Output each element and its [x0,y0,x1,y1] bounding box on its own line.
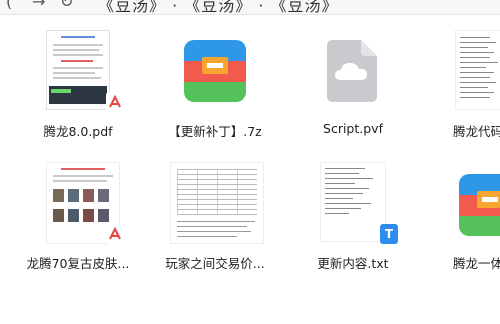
file-name: 腾龙8.0.pdf [43,124,113,139]
text-document-icon: T [288,162,418,244]
file-item[interactable]: 玩家之间交易价... [150,162,280,272]
breadcrumb[interactable]: 《豆汤》 · 《豆汤》 · 《豆汤》 [98,0,339,14]
file-item[interactable]: T 更新内容.txt [288,162,418,272]
file-name: 玩家之间交易价... [165,256,265,271]
file-name: 【更新补丁】.7z [168,124,262,139]
file-name: 更新内容.txt [317,256,389,271]
file-item[interactable]: 【更新补丁】.7z [150,30,280,140]
refresh-button[interactable]: ↻ [60,0,73,11]
file-item[interactable]: 腾龙8.0.pdf [13,30,143,140]
file-item[interactable]: 腾龙代码 [425,30,500,140]
document-icon [150,162,280,244]
txt-badge-icon: T [380,224,398,244]
pdf-document-icon [13,30,143,112]
cloud-file-icon [288,30,418,110]
pdf-document-icon [13,162,143,244]
file-item[interactable]: 龙腾70复古皮肤... [13,162,143,272]
forward-button[interactable]: → [32,0,45,11]
file-name: 龙腾70复古皮肤... [26,256,130,271]
file-item[interactable]: 腾龙一体 [425,162,500,272]
file-name: 腾龙一体 [453,256,500,271]
archive-icon [425,162,500,242]
file-name: Script.pvf [323,121,383,136]
text-document-icon [425,30,500,110]
back-button[interactable]: ( [6,0,12,11]
archive-icon [150,30,280,110]
file-item[interactable]: Script.pvf [288,30,418,140]
address-bar: ( → ↻ 《豆汤》 · 《豆汤》 · 《豆汤》 [0,0,500,15]
file-name: 腾龙代码 [453,124,500,139]
